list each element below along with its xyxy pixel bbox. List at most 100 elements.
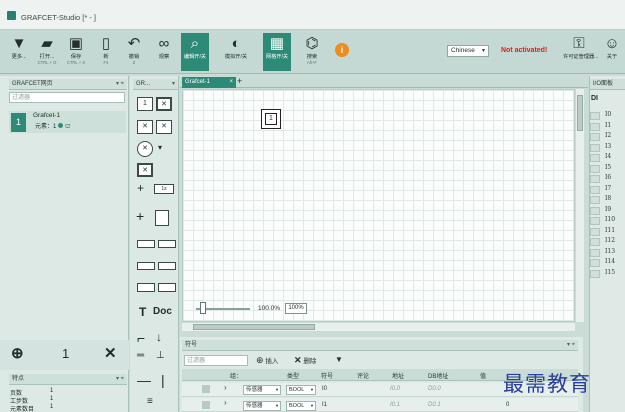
palette-rail-icon[interactable]: ═ [137,350,144,361]
io-input-toggle[interactable] [590,154,600,162]
address-cell[interactable]: I0.0 [390,386,400,392]
io-input-toggle[interactable] [590,196,600,204]
palette-diagonal-icon[interactable]: ▾ [158,143,162,152]
canvas-vscroll-thumb[interactable] [577,95,583,131]
insert-symbol-button[interactable]: ⊕ 插入 [256,355,278,366]
ribbon-button-9[interactable]: ⌬ 搜索 Alt+F [298,33,326,71]
palette-doc-tool[interactable]: Doc [153,306,172,317]
panel-pin-icon[interactable]: ▾ [172,79,175,89]
palette-partial-grafcet[interactable] [137,163,153,177]
io-input-toggle[interactable] [590,227,600,236]
palette-branch-6[interactable] [158,283,176,292]
col-type: 类型 [287,374,300,380]
kind-select[interactable]: 传感器 ▼ [243,385,281,395]
palette-bracket-icon[interactable]: ⌐ [137,330,145,346]
palette-arrow-down-icon[interactable]: ↓ [156,330,162,344]
palette-branch-3[interactable] [137,262,155,270]
magnifier-icon: ⌕ [190,34,200,52]
zoom-slider-handle[interactable] [200,302,206,314]
about-button[interactable]: ☺ 关于 [600,33,624,71]
io-input-toggle[interactable] [590,133,600,141]
type-select[interactable]: BOOL ▼ [286,401,316,411]
db-address-cell[interactable]: D0.0 [428,386,441,392]
row-checkbox[interactable] [202,385,210,393]
address-cell[interactable]: I0.1 [390,402,400,408]
panel-pin-icon[interactable]: ▾ ⌖ [567,340,575,350]
ribbon-button-label: 更多... [11,54,27,60]
palette-branch-2[interactable] [158,240,176,248]
initial-step[interactable]: 1 [261,109,281,129]
io-input-toggle[interactable] [590,122,600,131]
panel-pin-icon[interactable]: ▾ ⌖ [116,374,124,384]
info-icon[interactable]: i [335,43,349,57]
io-input-toggle[interactable] [590,248,600,257]
add-tab-icon[interactable]: + [237,76,242,86]
undo-icon: ↶ [127,35,141,52]
chevron-right-icon[interactable]: › [224,398,227,407]
zoom-reset-button[interactable]: 100% [285,303,307,314]
value-cell[interactable]: 0 [506,402,509,408]
language-select[interactable]: Chinese ▼ [447,45,489,57]
palette-transition-icon[interactable]: + [137,181,144,195]
symbol-cell[interactable]: I0 [322,386,327,392]
close-icon[interactable]: × [229,77,233,88]
palette-branch-4[interactable] [158,262,176,270]
io-input-toggle[interactable] [590,112,600,120]
delete-page-button[interactable]: ✕ [104,344,117,362]
col-group: 组： [230,374,243,380]
more-options-icon[interactable]: ▼ [335,355,343,364]
ribbon-button-6[interactable]: ⌕ 编辑开/关 [181,33,209,71]
license-manager-button[interactable]: ⚿ 许可证管理器... [563,33,598,71]
insert-label: 插入 [265,358,279,365]
add-page-button[interactable]: ⊕ [11,344,24,362]
prop-key: 元素数目 [10,407,35,412]
palette-ladder-icon[interactable]: ≡ [147,396,153,407]
palette-reset-step[interactable]: ✕ [137,141,153,157]
table-row[interactable] [182,398,578,412]
io-input-toggle[interactable] [590,143,600,152]
palette-action-box[interactable] [155,210,169,226]
palette-text-tool[interactable]: T [139,305,146,319]
delete-symbol-button[interactable]: ✕ 删除 [294,355,316,366]
ribbon-button-4[interactable]: ↶ 撤销 Z [120,33,148,71]
io-input-toggle[interactable] [590,269,600,278]
palette-initial-step[interactable] [156,97,172,111]
palette-branch-1[interactable] [137,240,155,248]
canvas-hscroll-thumb[interactable] [193,324,315,330]
palette-line-icon[interactable]: — [137,372,151,388]
ribbon-button-7[interactable]: ◐ 模拟开/关 [222,33,250,71]
palette-vline-icon[interactable]: | [161,372,165,388]
grafcet-canvas[interactable] [182,89,575,322]
row-checkbox[interactable] [202,401,210,409]
ribbon-button-3[interactable]: ▯ 新 F4 [92,33,120,71]
symbol-cell[interactable]: I1 [322,402,327,408]
tab-grafcet-1[interactable]: Grafcet-1 × [182,77,236,88]
db-address-cell[interactable]: D0.1 [428,402,441,408]
chevron-right-icon[interactable]: › [224,383,227,392]
io-input-toggle[interactable] [590,238,600,246]
io-input-toggle[interactable] [590,217,600,225]
palette-macro-step[interactable] [137,120,153,134]
type-select[interactable]: BOOL ▼ [286,385,316,395]
palette-enclosing-step[interactable] [156,120,172,134]
palette-action-plus-icon[interactable]: + [136,208,144,224]
io-input-toggle[interactable] [590,206,600,215]
kind-select[interactable]: 传感器 ▼ [243,401,281,411]
io-input-toggle[interactable] [590,185,600,194]
ribbon-button-2[interactable]: ▣ 保存 CTRL + S [62,33,90,71]
palette-sync-icon[interactable]: ⊥ [156,350,165,361]
ribbon-button-8[interactable]: ▦ 网格开/关 [263,33,291,71]
ribbon-button-0[interactable]: ▼ 更多... [5,33,33,71]
symbols-filter-input[interactable]: 过滤器 [184,355,248,366]
io-input-label: I1 [605,121,612,129]
palette-branch-5[interactable] [137,283,155,292]
ribbon-button-1[interactable]: ▰ 打开... CTRL + O [33,33,61,71]
io-input-toggle[interactable] [590,164,600,173]
io-input-toggle[interactable] [590,175,600,183]
io-input-toggle[interactable] [590,259,600,267]
panel-pin-icon[interactable]: ▾ ⌖ [116,79,124,89]
palette-step[interactable]: 1 [137,97,153,111]
ribbon-button-5[interactable]: ∞ 观察 [150,33,178,71]
palette-delay[interactable]: 1s [154,184,174,194]
pages-filter-input[interactable]: 过滤器 [9,92,125,103]
